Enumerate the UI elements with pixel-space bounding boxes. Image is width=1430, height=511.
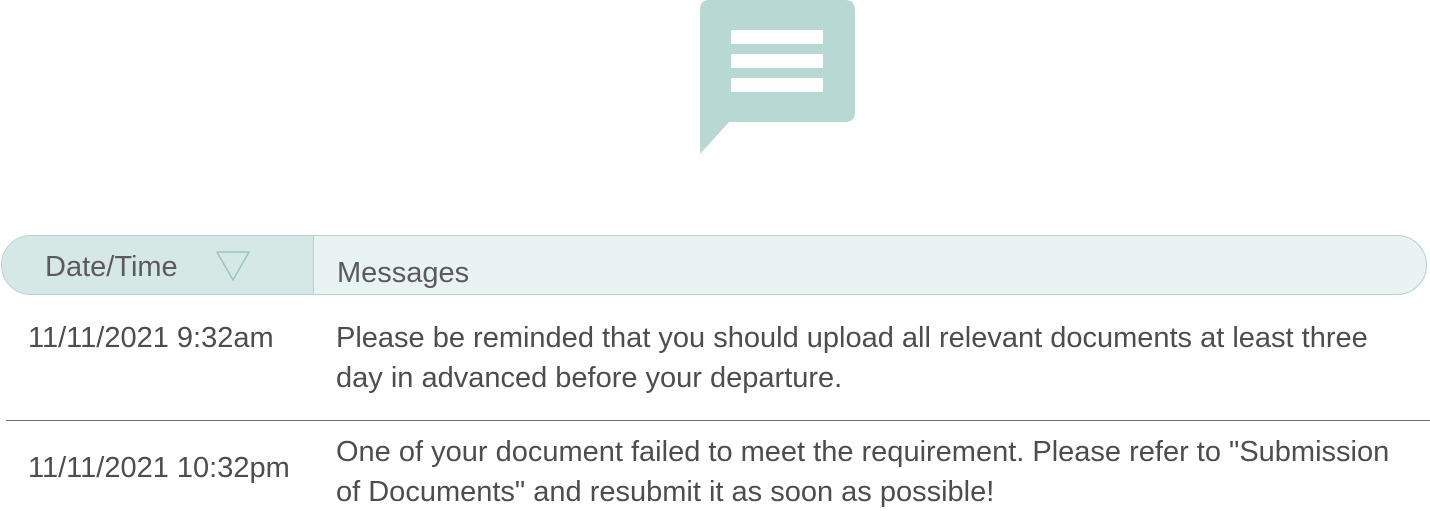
row-message-text: Please be reminded that you should uploa… (336, 322, 1368, 394)
date-time-header-label: Date/Time (45, 251, 178, 283)
triangle-down-icon[interactable] (215, 250, 251, 282)
messages-page: Date/Time Messages 11/11/2021 9:32am Ple… (0, 0, 1430, 511)
row-date-time: 11/11/2021 10:32pm (28, 452, 290, 484)
table-row[interactable]: 11/11/2021 10:32pm One of your document … (0, 432, 1430, 511)
message-bubble-icon (700, 0, 855, 154)
messages-header-label: Messages (337, 257, 470, 289)
table-row[interactable]: 11/11/2021 9:32am Please be reminded tha… (6, 318, 1430, 421)
date-time-column-header[interactable]: Date/Time (2, 236, 314, 294)
row-date-time: 11/11/2021 9:32am (28, 322, 274, 354)
row-message-text: One of your document failed to meet the … (336, 436, 1390, 508)
table-header: Date/Time Messages (1, 235, 1427, 295)
